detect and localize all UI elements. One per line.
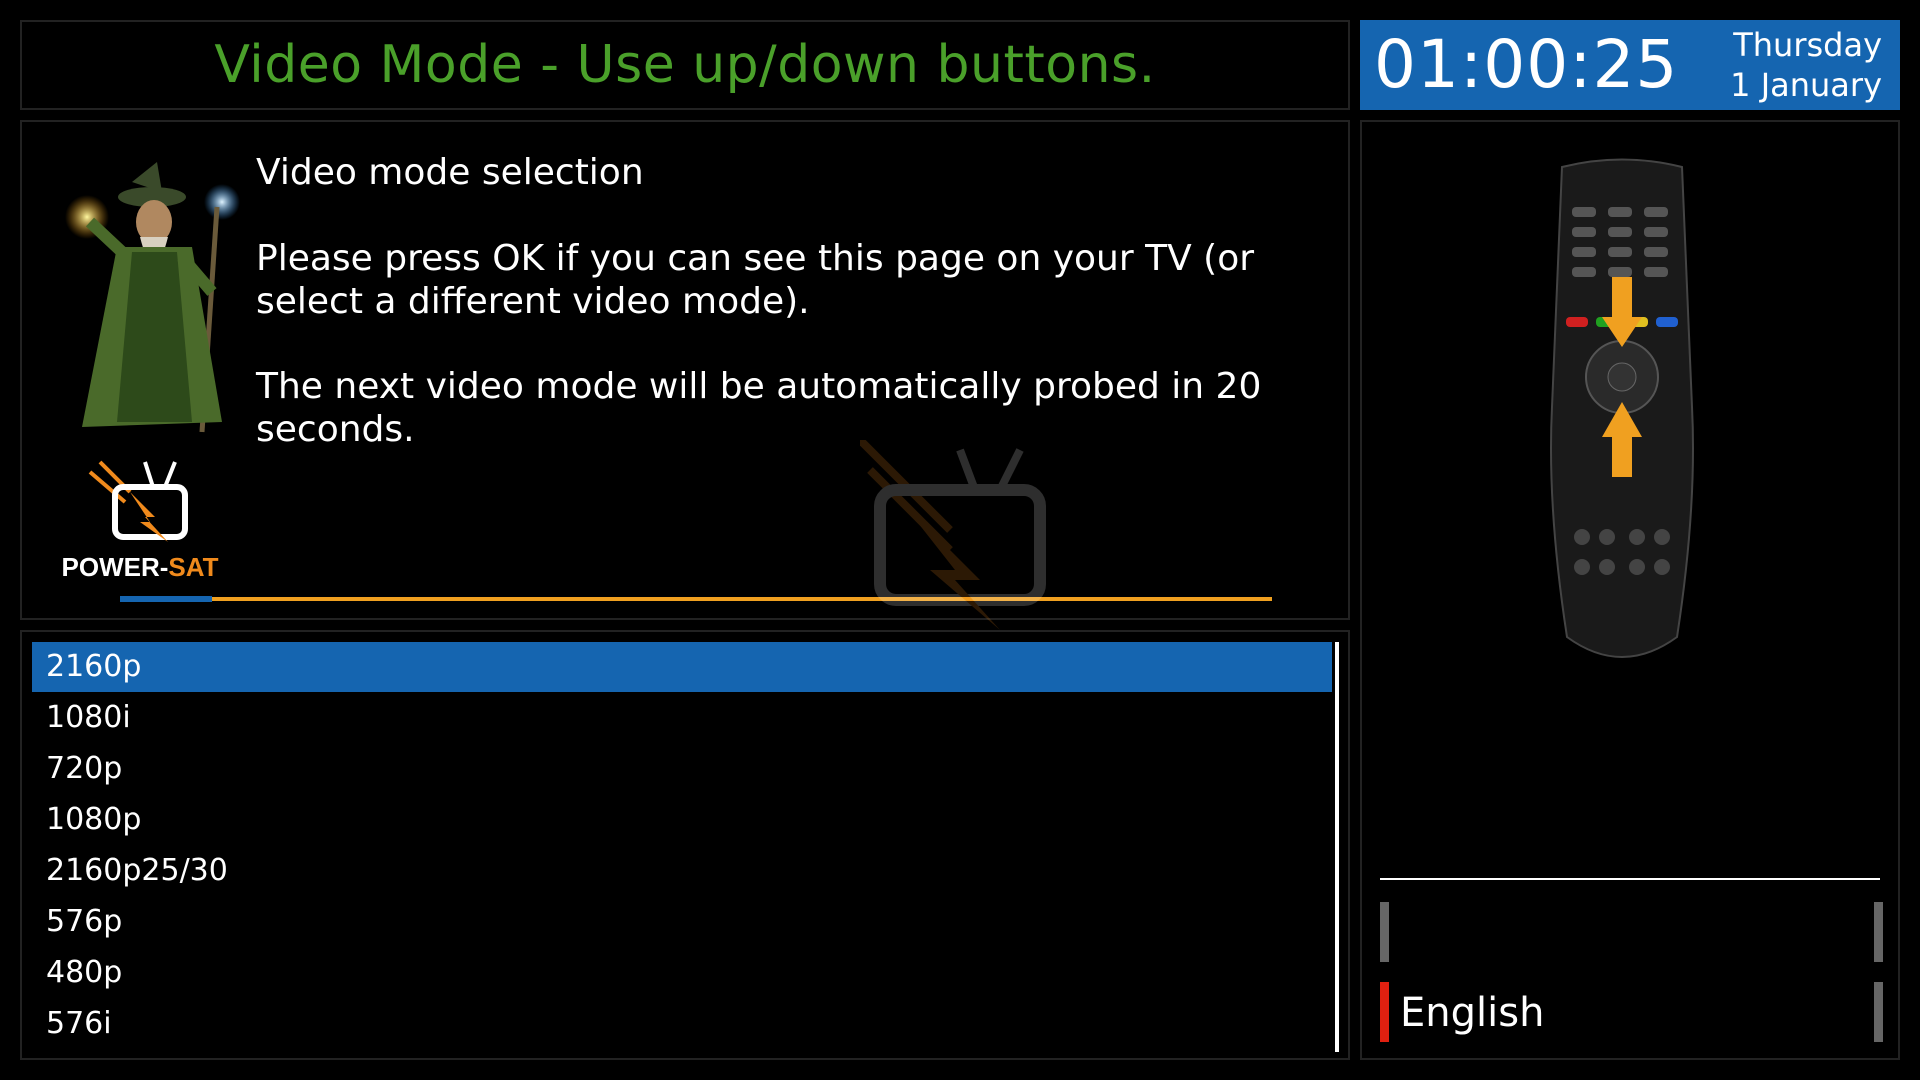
- clock-panel: 01:00:25 Thursday 1 January: [1360, 20, 1900, 110]
- video-mode-item[interactable]: 576p: [32, 897, 1332, 947]
- power-sat-logo: POWER-SAT: [50, 452, 230, 592]
- clock-date: 1 January: [1730, 66, 1882, 104]
- clock-day: Thursday: [1733, 26, 1882, 64]
- remote-control-icon: [1550, 158, 1694, 658]
- countdown-progress-fill: [120, 596, 213, 602]
- info-heading: Video mode selection: [256, 152, 644, 193]
- logo-wordmark: POWER-SAT: [50, 552, 230, 583]
- info-paragraph-1: Please press OK if you can see this page…: [256, 238, 1255, 322]
- side-divider: [1380, 878, 1880, 880]
- side-bar-left-upper: [1380, 902, 1389, 962]
- info-paragraph-2: The next video mode will be automaticall…: [256, 366, 1262, 450]
- list-scrollbar[interactable]: [1335, 642, 1339, 1052]
- video-mode-item[interactable]: 1080i: [32, 693, 1332, 743]
- page-title: Video Mode - Use up/down buttons.: [214, 35, 1156, 95]
- side-bar-right-lower: [1874, 982, 1883, 1042]
- video-mode-item[interactable]: 576i: [32, 999, 1332, 1049]
- logo-part1: POWER-: [61, 552, 169, 582]
- clock-time: 01:00:25: [1374, 26, 1679, 103]
- video-mode-item[interactable]: 1080p: [32, 795, 1332, 845]
- video-mode-item[interactable]: 720p: [32, 744, 1332, 794]
- video-mode-list[interactable]: 2160p 1080i 720p 1080p 2160p25/30 576p 480p 576…: [20, 630, 1350, 1060]
- countdown-progress-bar: [120, 596, 1272, 602]
- language-marker: [1380, 982, 1389, 1042]
- wizard-icon: [65, 162, 240, 433]
- language-label: English: [1400, 990, 1545, 1036]
- video-mode-item[interactable]: 2160p25/30: [32, 846, 1332, 896]
- video-mode-item[interactable]: 2160p: [32, 642, 1332, 692]
- video-mode-item[interactable]: 480p: [32, 948, 1332, 998]
- logo-part2: SAT: [168, 552, 219, 582]
- info-panel: POWER-SAT Video mode selection Please pr…: [20, 120, 1350, 620]
- title-bar: Video Mode - Use up/down buttons.: [20, 20, 1350, 110]
- side-panel: English: [1360, 120, 1900, 1060]
- tv-logo-icon: [88, 460, 188, 542]
- side-bar-right-upper: [1874, 902, 1883, 962]
